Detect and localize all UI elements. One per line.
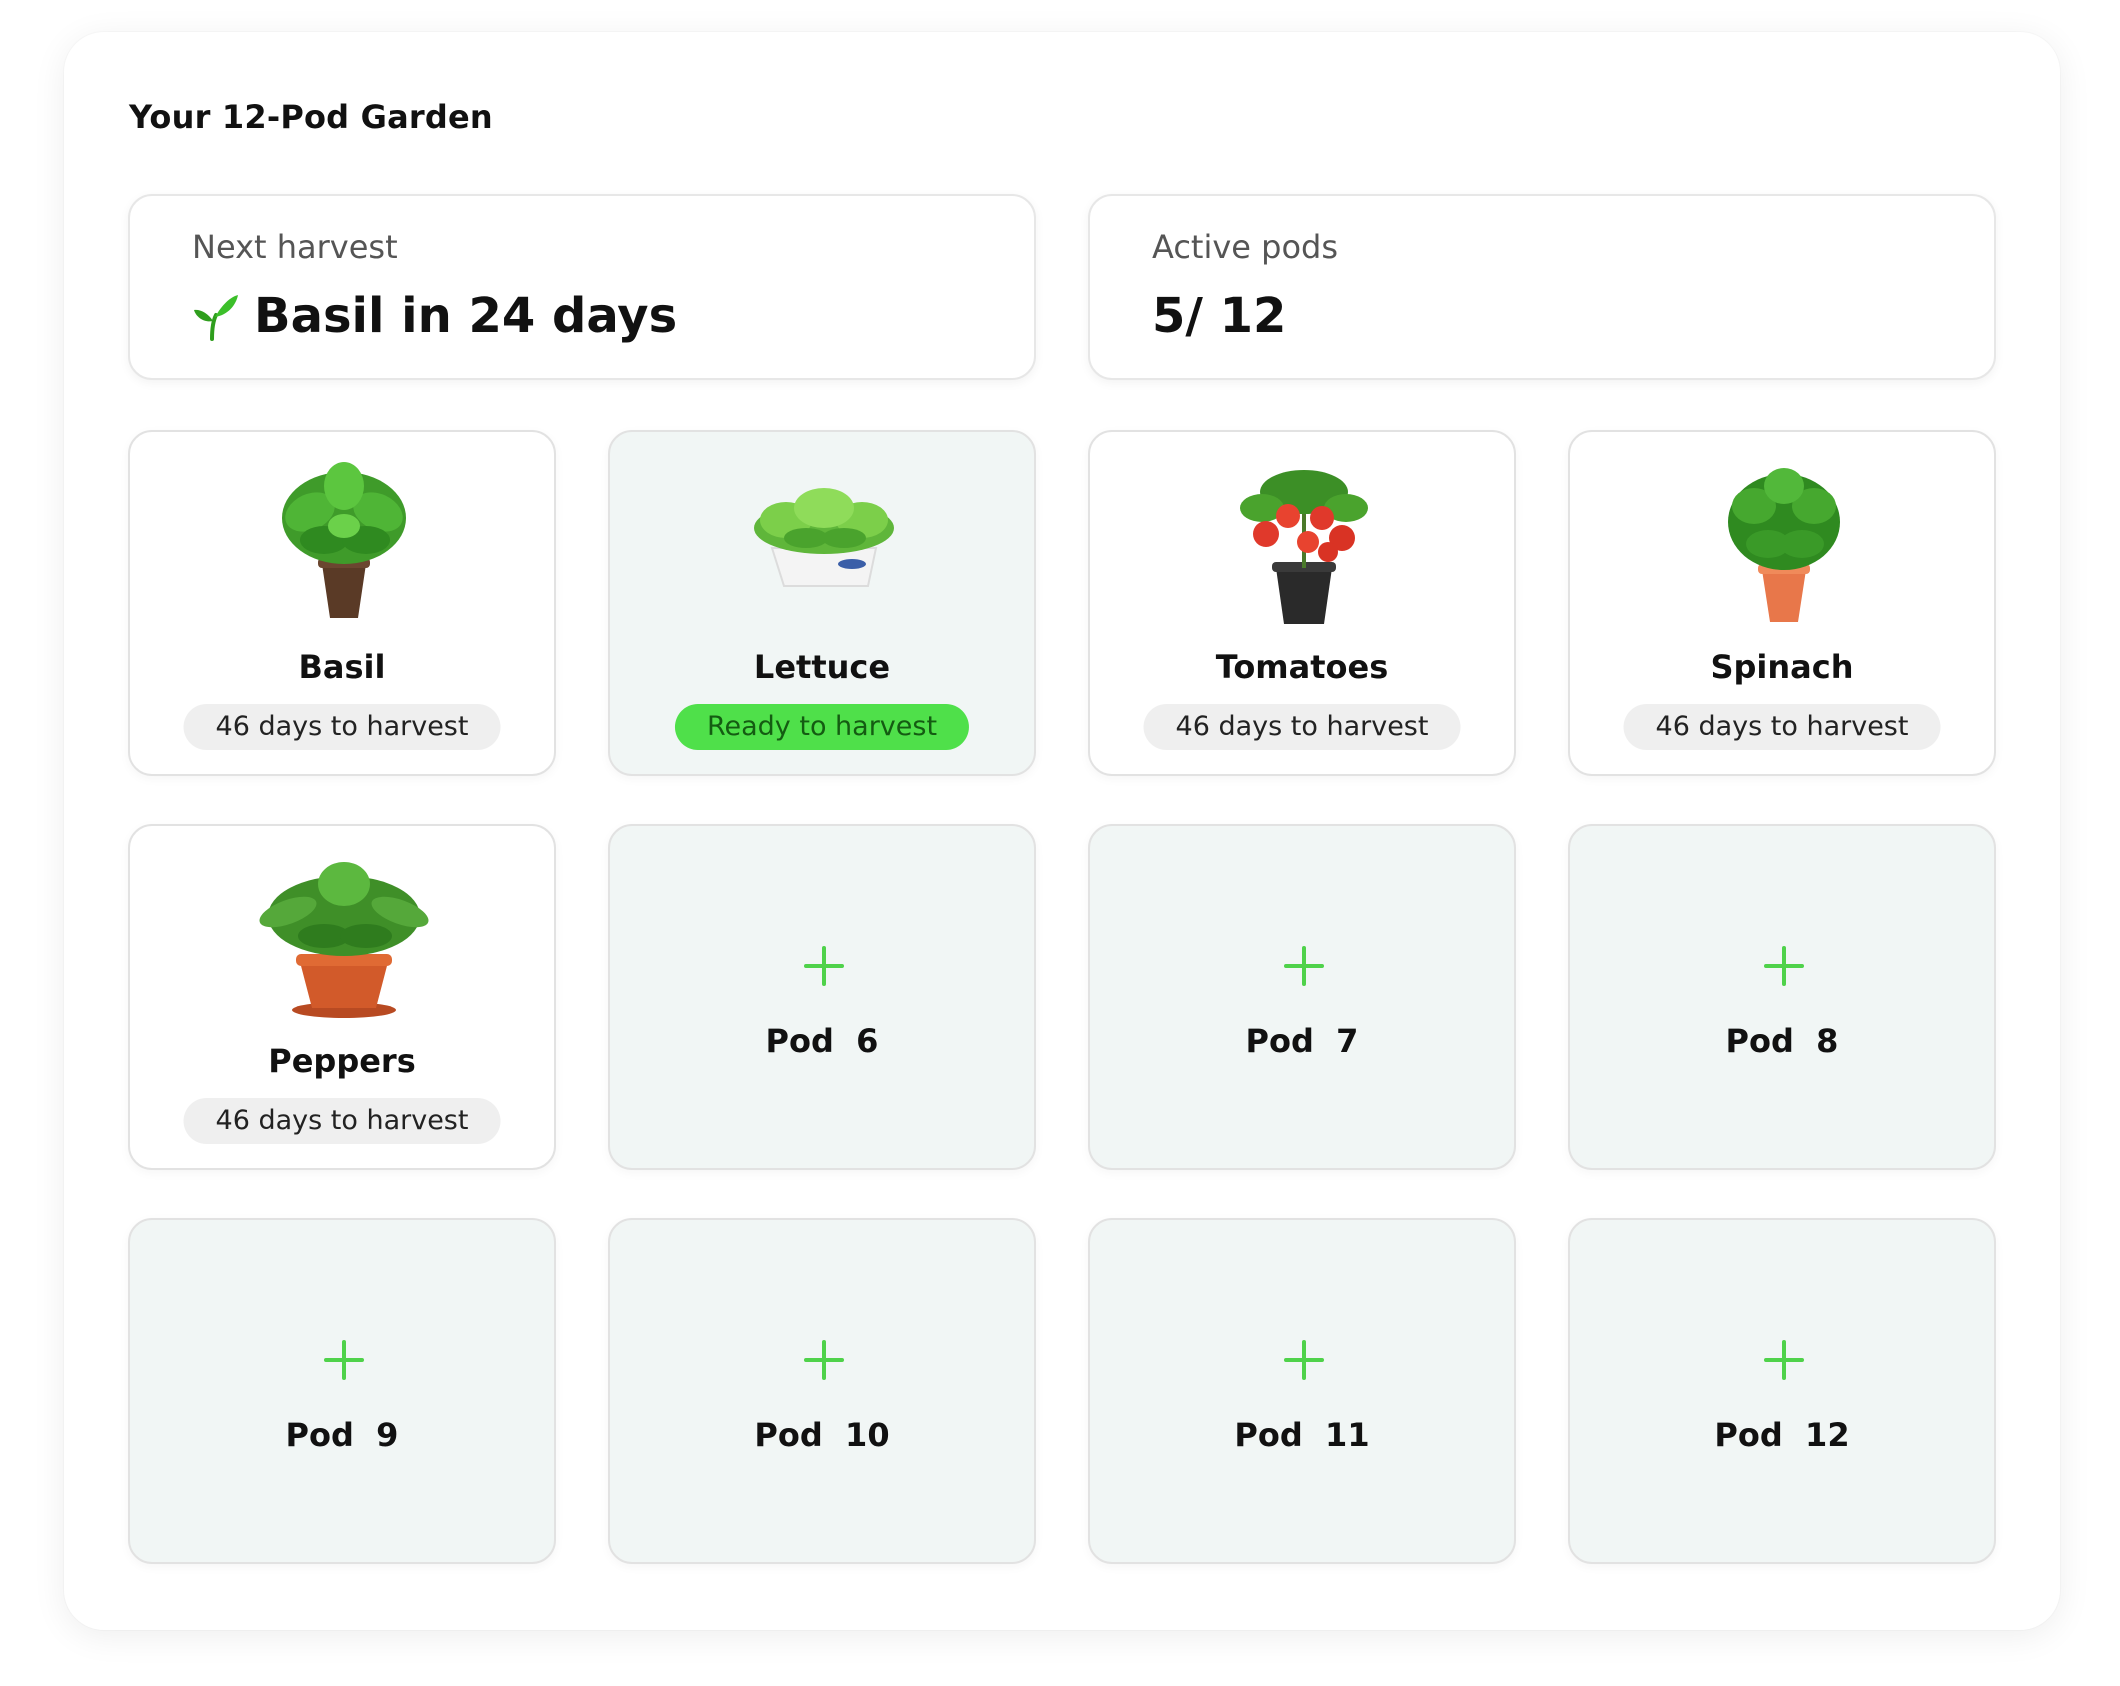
basil-plant-image <box>282 462 406 618</box>
pod-card-basil[interactable]: Basil 46 days to harvest <box>128 430 556 776</box>
harvest-status-badge: 46 days to harvest <box>1623 704 1941 750</box>
sprout-icon <box>194 295 238 341</box>
next-harvest-value: Basil in 24 days <box>254 288 678 344</box>
tomato-plant-image <box>1240 470 1368 624</box>
add-plant-icon <box>1764 946 1804 986</box>
empty-pod-11[interactable]: Pod 11 <box>1088 1218 1516 1564</box>
next-harvest-value-row: Basil in 24 days <box>192 288 677 344</box>
pod-label: Pod 7 <box>1245 1022 1359 1060</box>
pod-card-lettuce[interactable]: Lettuce Ready to harvest <box>608 430 1036 776</box>
active-pods-value: 5/ 12 <box>1152 288 1287 344</box>
pod-card-peppers[interactable]: Peppers 46 days to harvest <box>128 824 556 1170</box>
empty-pod-7[interactable]: Pod 7 <box>1088 824 1516 1170</box>
add-plant-icon <box>1284 946 1324 986</box>
empty-pod-6[interactable]: Pod 6 <box>608 824 1036 1170</box>
pod-label: Pod 12 <box>1714 1416 1850 1454</box>
pod-name: Peppers <box>268 1042 416 1080</box>
pod-name: Tomatoes <box>1215 648 1389 686</box>
active-pods-card: Active pods 5/ 12 <box>1088 194 1996 380</box>
spinach-plant-image <box>1728 468 1840 622</box>
empty-pod-9[interactable]: Pod 9 <box>128 1218 556 1564</box>
pod-label: Pod 9 <box>285 1416 399 1454</box>
pepper-plant-image <box>259 862 429 1018</box>
add-plant-icon <box>324 1340 364 1380</box>
empty-pod-12[interactable]: Pod 12 <box>1568 1218 1996 1564</box>
garden-panel: Your 12-Pod Garden Next harvest Basil in… <box>64 32 2060 1630</box>
harvest-status-badge: 46 days to harvest <box>183 1098 501 1144</box>
harvest-status-badge: 46 days to harvest <box>183 704 501 750</box>
add-plant-icon <box>804 1340 844 1380</box>
page-title: Your 12-Pod Garden <box>129 98 493 136</box>
lettuce-plant-image <box>754 488 894 587</box>
add-plant-icon <box>804 946 844 986</box>
add-plant-icon <box>1284 1340 1324 1380</box>
harvest-status-badge: 46 days to harvest <box>1143 704 1461 750</box>
ready-to-harvest-badge[interactable]: Ready to harvest <box>674 704 970 750</box>
pod-name: Lettuce <box>753 648 891 686</box>
pod-name: Basil <box>298 648 386 686</box>
add-plant-icon <box>1764 1340 1804 1380</box>
empty-pod-8[interactable]: Pod 8 <box>1568 824 1996 1170</box>
empty-pod-10[interactable]: Pod 10 <box>608 1218 1036 1564</box>
pod-name: Spinach <box>1710 648 1854 686</box>
next-harvest-label: Next harvest <box>192 228 398 266</box>
pod-label: Pod 6 <box>765 1022 879 1060</box>
next-harvest-card: Next harvest Basil in 24 days <box>128 194 1036 380</box>
pod-label: Pod 10 <box>754 1416 890 1454</box>
pod-label: Pod 8 <box>1725 1022 1839 1060</box>
pod-card-spinach[interactable]: Spinach 46 days to harvest <box>1568 430 1996 776</box>
active-pods-label: Active pods <box>1152 228 1339 266</box>
pod-label: Pod 11 <box>1234 1416 1370 1454</box>
pod-card-tomatoes[interactable]: Tomatoes 46 days to harvest <box>1088 430 1516 776</box>
